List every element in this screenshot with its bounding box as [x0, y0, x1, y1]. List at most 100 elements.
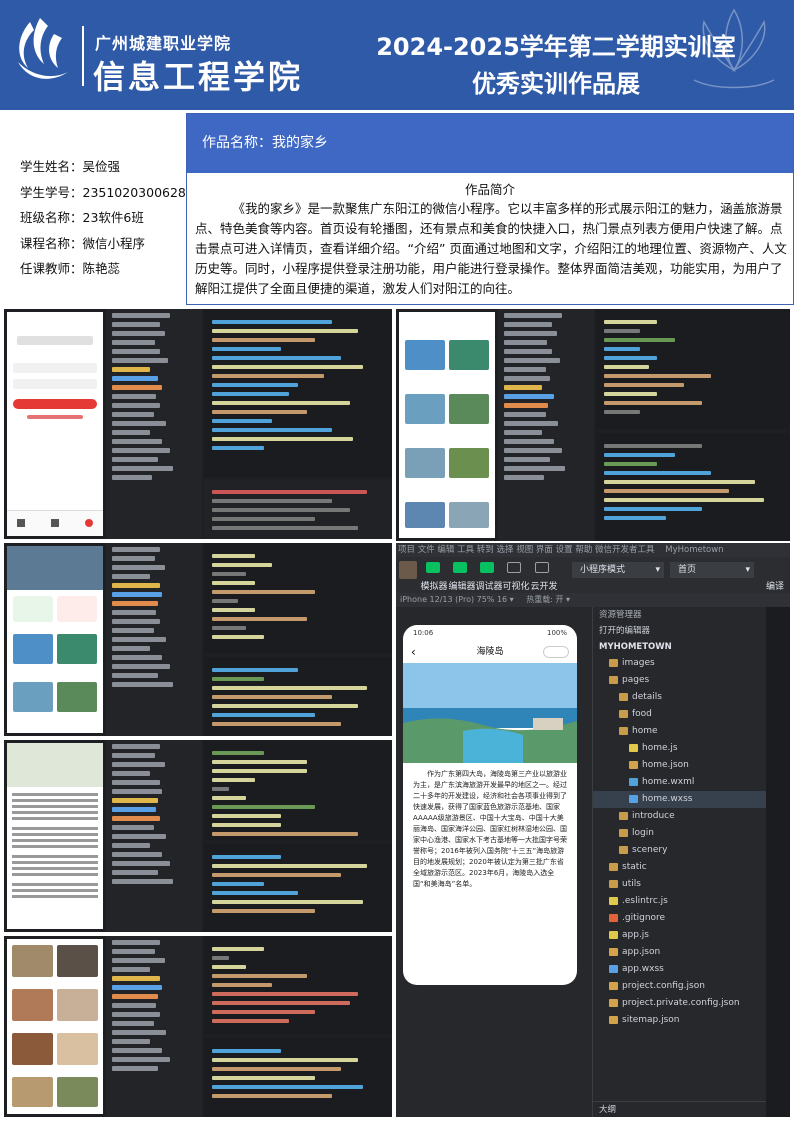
toolbar-cloud[interactable]: 云开发	[528, 579, 560, 592]
file-tree-item[interactable]: home	[593, 723, 766, 740]
outline-section[interactable]: 大纲	[593, 1101, 767, 1117]
page-select[interactable]: 首页 ▾	[670, 562, 754, 578]
code-editor-3b	[204, 657, 392, 736]
code-editor-5	[204, 936, 392, 1034]
file-tree-label: utils	[622, 879, 641, 889]
folder-icon	[609, 658, 618, 667]
file-tree-item[interactable]: sitemap.json	[593, 1012, 766, 1029]
file-icon	[609, 930, 618, 939]
cloud-toggle-icon[interactable]	[535, 562, 549, 573]
code-editor-2b	[596, 433, 790, 541]
device-select[interactable]: iPhone 12/13 (Pro) 75% 16 ▾	[400, 595, 514, 604]
school-name: 广州城建职业学院	[95, 34, 232, 53]
file-tree-item[interactable]: food	[593, 706, 766, 723]
file-icon	[629, 777, 638, 786]
device-bar: iPhone 12/13 (Pro) 75% 16 ▾ 热重载: 开 ▾	[396, 593, 790, 607]
simulator-login	[7, 312, 103, 536]
compile-mode-select[interactable]: 小程序模式 ▾	[572, 562, 664, 578]
compile-button[interactable]: 编译	[760, 579, 790, 592]
file-tree-item[interactable]: project.config.json	[593, 978, 766, 995]
debugger-toggle-icon[interactable]	[480, 562, 494, 573]
college-name: 信息工程学院	[93, 58, 304, 96]
file-tree-label: details	[632, 692, 662, 702]
file-tree-label: app.json	[622, 947, 661, 957]
class-name: 班级名称：23软件6班	[20, 210, 144, 225]
avatar[interactable]	[399, 561, 417, 579]
file-tree-item[interactable]: home.json	[593, 757, 766, 774]
root-folder[interactable]: MYHOMETOWN	[593, 639, 766, 655]
password-input	[13, 379, 97, 389]
file-tree-3	[106, 543, 202, 736]
chevron-down-icon: ▾	[655, 565, 660, 575]
file-icon	[609, 998, 618, 1007]
folder-icon	[619, 726, 628, 735]
file-tree-item[interactable]: pages	[593, 672, 766, 689]
code-editor-5b	[204, 1038, 392, 1117]
file-tree-item[interactable]: app.json	[593, 944, 766, 961]
file-tree-label: home.json	[642, 760, 689, 770]
folder-icon	[619, 811, 628, 820]
phone-simulator: 10:06 100% ‹ 海陵岛 作为广东第四大岛，海陵岛第三产业以旅游业为主，…	[403, 625, 577, 985]
file-tree-item[interactable]: introduce	[593, 808, 766, 825]
course-name: 课程名称：微信小程序	[20, 235, 146, 251]
file-tree-item[interactable]: home.wxss	[593, 791, 766, 808]
folder-icon	[619, 828, 628, 837]
file-tree-label: home	[632, 726, 658, 736]
file-tree-item[interactable]: app.wxss	[593, 961, 766, 978]
screenshot-ide-detail: 项目 文件 编辑 工具 转到 选择 视图 界面 设置 帮助 微信开发者工具 My…	[396, 543, 790, 1117]
file-tree-5	[106, 936, 202, 1117]
visual-toggle-icon[interactable]	[507, 562, 521, 573]
file-icon	[609, 981, 618, 990]
work-name: 作品名称：我的家乡	[187, 114, 793, 173]
header-divider	[82, 26, 84, 86]
code-editor-3	[204, 543, 392, 653]
lotus-decoration-icon	[693, 8, 775, 89]
file-tree-label: home.wxss	[642, 794, 693, 804]
ide-menu: 项目 文件 编辑 工具 转到 选择 视图 界面 设置 帮助 微信开发者工具	[398, 545, 655, 555]
file-tree-item[interactable]: home.wxml	[593, 774, 766, 791]
phone-article-text: 作为广东第四大岛，海陵岛第三产业以旅游业为主，是广东滨海旅游开发最早的地区之一。…	[413, 770, 567, 888]
file-tree-item[interactable]: static	[593, 859, 766, 876]
teacher-name: 任课教师：陈艳蕊	[20, 261, 121, 276]
hot-reload-toggle[interactable]: 热重载: 开 ▾	[526, 595, 570, 604]
intro-map	[7, 743, 103, 787]
editor-toggle-icon[interactable]	[453, 562, 467, 573]
file-tree-item[interactable]: project.private.config.json	[593, 995, 766, 1012]
back-arrow-icon[interactable]: ‹	[411, 641, 416, 663]
capsule-menu-icon[interactable]	[543, 646, 569, 658]
explorer-panel: 资源管理器 打开的编辑器 MYHOMETOWN images pages detai…	[592, 607, 767, 1117]
file-tree-4	[106, 740, 202, 932]
file-tree-item[interactable]: app.js	[593, 927, 766, 944]
file-tree-label: .eslintrc.js	[622, 896, 668, 906]
file-tree-1	[106, 309, 202, 539]
folder-icon	[619, 709, 628, 718]
phone-status-bar: 10:06 100%	[413, 629, 567, 637]
file-tree-label: app.wxss	[622, 964, 664, 974]
file-tree-item[interactable]: home.js	[593, 740, 766, 757]
simulator-toggle-icon[interactable]	[426, 562, 440, 573]
phone-page-title: 海陵岛	[476, 647, 504, 657]
file-icon	[609, 913, 618, 922]
file-tree-label: home.wxml	[642, 777, 695, 787]
file-tree-item[interactable]: images	[593, 655, 766, 672]
file-tree-item[interactable]: login	[593, 825, 766, 842]
student-info: 学生姓名：吴俭强 学生学号：2351020300628 班级名称：23软件6班 …	[20, 154, 190, 282]
folder-icon	[609, 675, 618, 684]
folder-icon	[609, 862, 618, 871]
file-tree-item[interactable]: .gitignore	[593, 910, 766, 927]
file-icon	[629, 794, 638, 803]
file-tree-item[interactable]: details	[593, 689, 766, 706]
file-tree-2	[498, 309, 594, 541]
student-name: 学生姓名：吴俭强	[20, 159, 121, 174]
open-editors[interactable]: 打开的编辑器	[593, 623, 766, 639]
folder-icon	[619, 692, 628, 701]
intro-body: 《我的家乡》是一款聚焦广东阳江的微信小程序。它以丰富多样的形式展示阳江的魅力，涵…	[195, 201, 787, 296]
phone-nav-bar: ‹ 海陵岛	[403, 641, 577, 663]
file-icon	[609, 896, 618, 905]
screenshot-introduce	[4, 740, 392, 932]
file-tree-item[interactable]: .eslintrc.js	[593, 893, 766, 910]
code-editor-1	[204, 309, 392, 477]
file-tree-item[interactable]: utils	[593, 876, 766, 893]
file-tree-item[interactable]: scenery	[593, 842, 766, 859]
island-photo	[403, 663, 577, 763]
